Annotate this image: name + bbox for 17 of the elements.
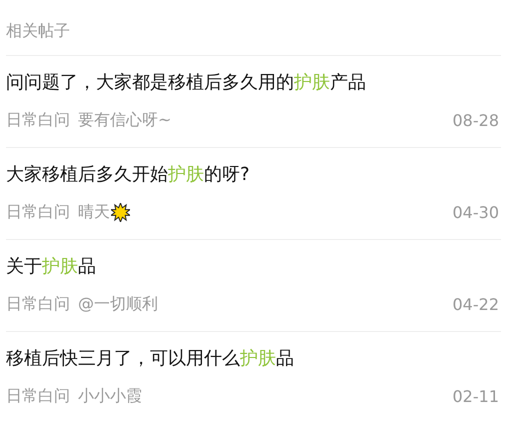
post-date: 04-22	[452, 295, 499, 314]
post-author: 小小小霞	[78, 386, 142, 407]
post-title[interactable]: 关于护肤品	[6, 254, 501, 280]
post-date: 08-28	[452, 111, 499, 130]
post-date: 04-30	[452, 203, 499, 222]
post-date: 02-11	[452, 387, 499, 406]
post-author: 晴天	[78, 202, 110, 223]
post-author: @一切顺利	[78, 294, 158, 315]
post-category: 日常白问	[6, 110, 70, 131]
post-title[interactable]: 移植后快三月了，可以用什么护肤品	[6, 346, 501, 372]
post-title[interactable]: 大家移植后多久开始护肤的呀?	[6, 162, 501, 188]
post-category: 日常白问	[6, 202, 70, 223]
post-category: 日常白问	[6, 386, 70, 407]
post-category: 日常白问	[6, 294, 70, 315]
section-title: 相关帖子	[6, 0, 501, 56]
post-title[interactable]: 问问题了，大家都是移植后多久用的护肤产品	[6, 70, 501, 96]
post-author: 要有信心呀~	[78, 110, 172, 131]
